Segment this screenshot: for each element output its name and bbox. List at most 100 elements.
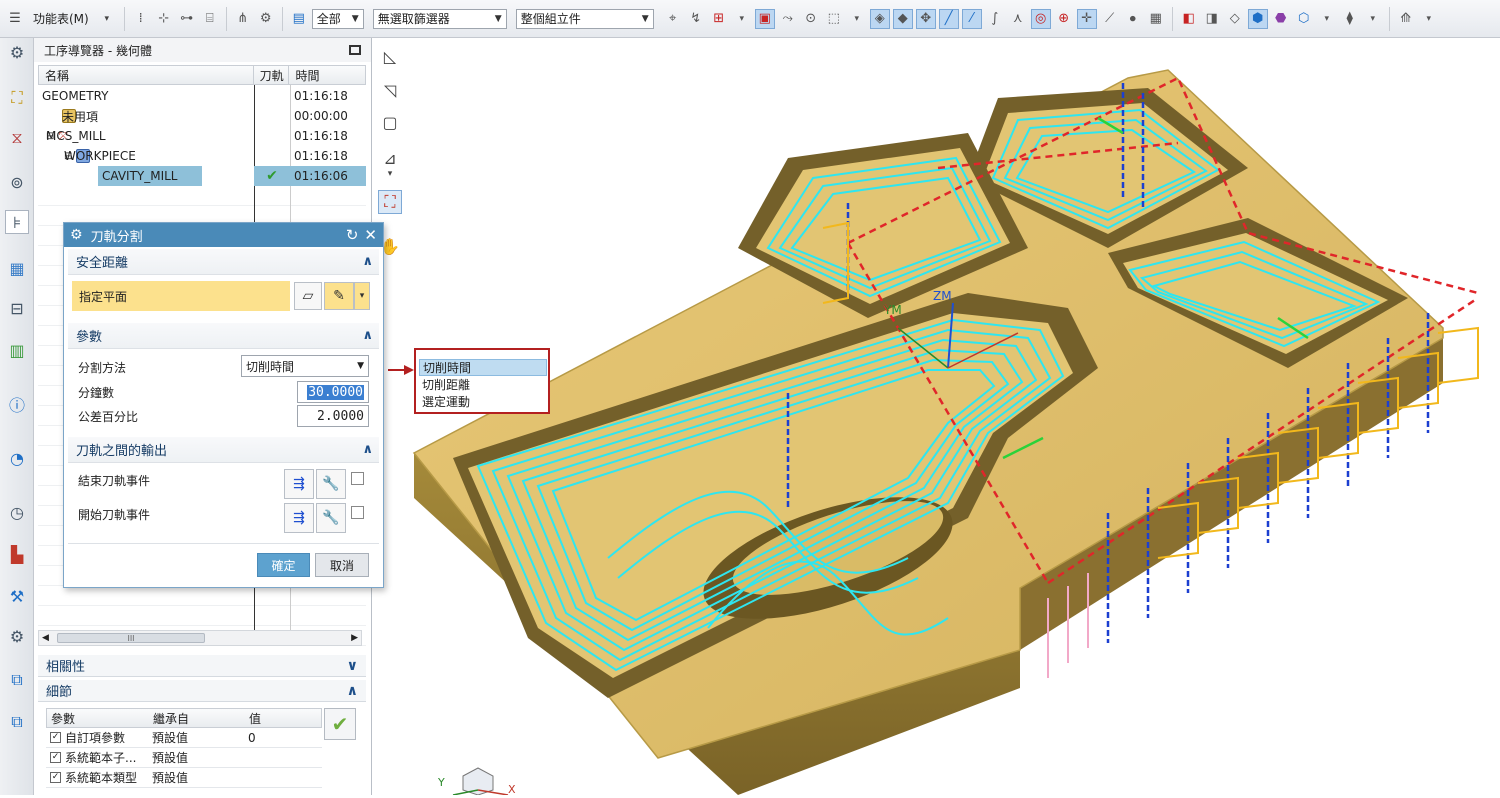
tree-row[interactable]: 未用項 00:00:00 xyxy=(38,106,366,126)
plane-select-button[interactable]: ✎ xyxy=(324,282,354,310)
cross-point-icon[interactable]: ✛ xyxy=(1076,8,1097,29)
shaded-edge-icon[interactable]: ◧ xyxy=(1179,9,1199,29)
render-style-icon[interactable]: ⧫ xyxy=(1340,9,1360,29)
operation-navigator-icon[interactable]: ⊧ xyxy=(5,210,29,234)
analysis-icon[interactable]: ▙ xyxy=(5,542,29,566)
constraint-navigator-icon[interactable]: ⧖ xyxy=(5,126,29,150)
details-row[interactable]: ✓ 自訂項參數 預設值 0 xyxy=(46,728,322,748)
scroll-left-icon[interactable]: ◀ xyxy=(42,633,49,643)
window-alt-icon[interactable]: ⧉ xyxy=(5,710,29,734)
chevron-down-icon[interactable]: ▾ xyxy=(1363,9,1383,29)
scroll-thumb[interactable]: III xyxy=(57,633,205,643)
column-time[interactable]: 時間 xyxy=(289,66,365,84)
column-name[interactable]: 名稱 xyxy=(39,66,254,84)
parameters-header[interactable]: 參數 ∧ xyxy=(68,323,379,349)
box-select-icon[interactable]: ⬚ xyxy=(824,9,844,29)
start-event-checkbox[interactable] xyxy=(351,506,364,519)
filter-icon[interactable]: ⚙ xyxy=(256,9,276,29)
snap-arrow-icon[interactable]: ↯ xyxy=(686,9,706,29)
snap-point-icon[interactable]: ⁞ xyxy=(131,9,151,29)
specify-plane-row[interactable]: 指定平面 xyxy=(72,281,290,311)
start-event-wrench-button[interactable]: 🔧 xyxy=(316,503,346,533)
grid-point-icon[interactable]: ▦ xyxy=(1146,9,1166,29)
part-navigator-icon[interactable]: ⊚ xyxy=(5,170,29,194)
chevron-down-icon[interactable]: ▾ xyxy=(378,162,402,186)
tree-row[interactable]: ⊟ ⤧ MCS_MILL 01:16:18 xyxy=(38,126,366,146)
chevron-down-icon[interactable]: ▾ xyxy=(1317,9,1337,29)
menu-icon[interactable]: ☰ xyxy=(4,7,26,31)
option-selected-motion[interactable]: 選定運動 xyxy=(419,393,547,410)
selection-filter-select[interactable]: 無選取篩選器 ▼ xyxy=(372,8,507,29)
cancel-button[interactable]: 取消 xyxy=(315,553,369,577)
library-icon[interactable]: ▥ xyxy=(5,338,29,362)
window-icon[interactable]: ⧉ xyxy=(5,668,29,692)
trimetric-view-icon[interactable]: ⬡ xyxy=(1294,9,1314,29)
maximize-icon[interactable] xyxy=(349,45,361,55)
details-row[interactable]: ✓ 系統範本子... 預設值 xyxy=(46,748,322,768)
process-icon[interactable]: ⚒ xyxy=(5,584,29,608)
column-toolpath[interactable]: 刀軌 xyxy=(254,66,290,84)
chevron-up-icon[interactable]: ∧ xyxy=(362,254,373,269)
wireframe-icon[interactable]: ◇ xyxy=(1225,9,1245,29)
apply-check-button[interactable]: ✔ xyxy=(324,708,356,740)
feature-select-icon[interactable]: ✥ xyxy=(915,8,936,29)
chevron-down-icon[interactable]: ▾ xyxy=(732,9,752,29)
wcs-icon[interactable]: ⟰ xyxy=(1396,9,1416,29)
chevron-down-icon[interactable]: ▾ xyxy=(96,7,118,31)
snap-mid-icon[interactable]: ⊶ xyxy=(177,9,197,29)
isometric-view-icon[interactable]: ⬢ xyxy=(1247,8,1268,29)
assembly-scope-select[interactable]: 整個組立件 ▼ xyxy=(515,8,654,29)
details-section[interactable]: 細節 ∧ xyxy=(38,680,366,702)
end-event-list-button[interactable]: ⇶ xyxy=(284,469,314,499)
ok-button[interactable]: 確定 xyxy=(257,553,310,577)
history-icon[interactable]: ◔ xyxy=(5,446,29,470)
layer-icon[interactable]: ▤ xyxy=(289,9,309,29)
curve-select-icon[interactable]: ∫ xyxy=(985,9,1005,29)
constraint-icon[interactable]: ⋔ xyxy=(233,9,253,29)
start-event-list-button[interactable]: ⇶ xyxy=(284,503,314,533)
end-event-wrench-button[interactable]: 🔧 xyxy=(316,469,346,499)
snap-end-icon[interactable]: ⊹ xyxy=(154,9,174,29)
chevron-up-icon[interactable]: ∧ xyxy=(362,328,373,343)
tree-row-selected[interactable]: ❢ ⛏ CAVITY_MILL ✔ 01:16:06 xyxy=(38,166,366,186)
split-method-select[interactable]: 切削時間 ▼ xyxy=(241,355,369,377)
end-event-checkbox[interactable] xyxy=(351,472,364,485)
chevron-up-icon[interactable]: ∧ xyxy=(362,442,373,457)
checkbox[interactable]: ✓ xyxy=(50,772,61,783)
gear-icon[interactable]: ⚙ xyxy=(70,227,83,243)
blend-face-icon[interactable]: ◹ xyxy=(378,78,402,102)
static-wireframe-icon[interactable]: ⬣ xyxy=(1271,9,1291,29)
face-select-icon[interactable]: ◈ xyxy=(869,8,890,29)
assembly-navigator-icon[interactable]: ⛶ xyxy=(5,86,29,110)
safe-distance-header[interactable]: 安全距離 ∧ xyxy=(68,249,379,275)
arc-center-icon[interactable]: ◎ xyxy=(1030,8,1051,29)
details-row[interactable]: ✓ 系統範本類型 預設值 xyxy=(46,768,322,788)
tree-row[interactable]: GEOMETRY 01:16:18 xyxy=(38,86,366,106)
body-select-icon[interactable]: ◆ xyxy=(892,8,913,29)
machine-tool-icon[interactable]: ▦ xyxy=(5,256,29,280)
hole-face-icon[interactable]: ▢ xyxy=(378,110,402,134)
intersect-icon[interactable]: ⋏ xyxy=(1008,9,1028,29)
horizontal-scrollbar[interactable]: ◀ III ▶ xyxy=(38,630,362,646)
checkbox[interactable]: ✓ xyxy=(50,732,61,743)
reuse-library-icon[interactable]: ⊟ xyxy=(5,296,29,320)
dependencies-section[interactable]: 相關性 ∨ xyxy=(38,655,366,677)
chevron-up-icon[interactable]: ∧ xyxy=(347,683,358,699)
chevron-down-icon[interactable]: ▾ xyxy=(354,282,370,310)
center-icon[interactable]: ⊙ xyxy=(801,9,821,29)
fit-view-icon[interactable]: ⛶ xyxy=(378,190,402,214)
checkbox[interactable]: ✓ xyxy=(50,752,61,763)
snap-control-icon[interactable]: ⌸ xyxy=(200,9,220,29)
chevron-down-icon[interactable]: ▾ xyxy=(847,9,867,29)
line-select-icon[interactable]: ╱ xyxy=(938,8,959,29)
tangent-icon[interactable]: ⟋ xyxy=(1100,9,1120,29)
close-icon[interactable]: ✕ xyxy=(364,226,377,244)
chevron-down-icon[interactable]: ∨ xyxy=(347,658,358,674)
quick-pick-icon[interactable]: ⌖ xyxy=(663,9,683,29)
filter-scope-select[interactable]: 全部 ▼ xyxy=(311,8,364,29)
option-cut-distance[interactable]: 切削距離 xyxy=(419,376,547,393)
solid-cube-icon[interactable]: ▣ xyxy=(754,8,775,29)
chamfer-face-icon[interactable]: ◺ xyxy=(378,44,402,68)
point-on-curve-icon[interactable]: ⦁ xyxy=(1123,9,1143,29)
graphics-window[interactable]: ZM YM Y X xyxy=(408,38,1500,796)
